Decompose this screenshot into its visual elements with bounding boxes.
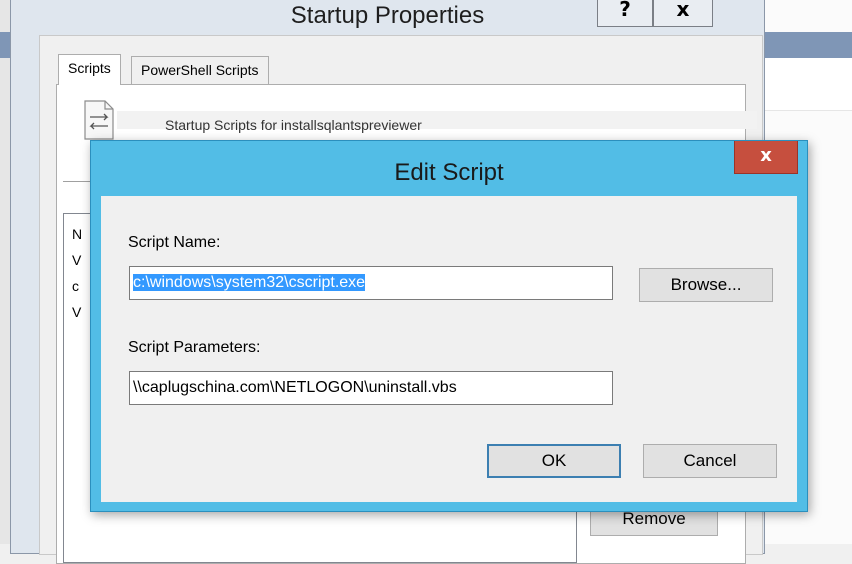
script-parameters-label: Script Parameters: bbox=[128, 339, 261, 356]
selected-text: c:\windows\system32\cscript.exe bbox=[133, 274, 366, 291]
script-name-label: Script Name: bbox=[128, 234, 221, 251]
list-item[interactable]: V bbox=[72, 252, 81, 268]
script-parameters-input[interactable]: \\caplugschina.com\NETLOGON\uninstall.vb… bbox=[129, 371, 613, 405]
help-button[interactable]: ? bbox=[597, 0, 653, 27]
cancel-button[interactable]: Cancel bbox=[643, 444, 777, 478]
scripts-description: Startup Scripts for installsqlantsprevie… bbox=[165, 117, 422, 133]
list-item[interactable]: N bbox=[72, 226, 82, 242]
edit-script-dialog: Edit Script x Script Name: c:\windows\sy… bbox=[90, 140, 808, 512]
ok-button[interactable]: OK bbox=[487, 444, 621, 478]
tab-scripts[interactable]: Scripts bbox=[58, 54, 121, 85]
dialog-close-button[interactable]: x bbox=[734, 141, 798, 174]
script-name-input[interactable]: c:\windows\system32\cscript.exe bbox=[129, 266, 613, 300]
background-band bbox=[0, 32, 10, 58]
tab-powershell-scripts[interactable]: PowerShell Scripts bbox=[131, 56, 269, 84]
browse-button[interactable]: Browse... bbox=[639, 268, 773, 302]
background-band bbox=[765, 32, 852, 58]
dialog-title: Edit Script bbox=[394, 159, 504, 186]
dialog-body: Script Name: c:\windows\system32\cscript… bbox=[101, 196, 797, 502]
titlebar: Startup Properties ? x bbox=[11, 0, 764, 37]
background-panel bbox=[765, 58, 852, 111]
list-item[interactable]: V bbox=[72, 304, 81, 320]
script-icon bbox=[84, 100, 114, 140]
close-button[interactable]: x bbox=[653, 0, 713, 27]
list-item[interactable]: c bbox=[72, 278, 79, 294]
